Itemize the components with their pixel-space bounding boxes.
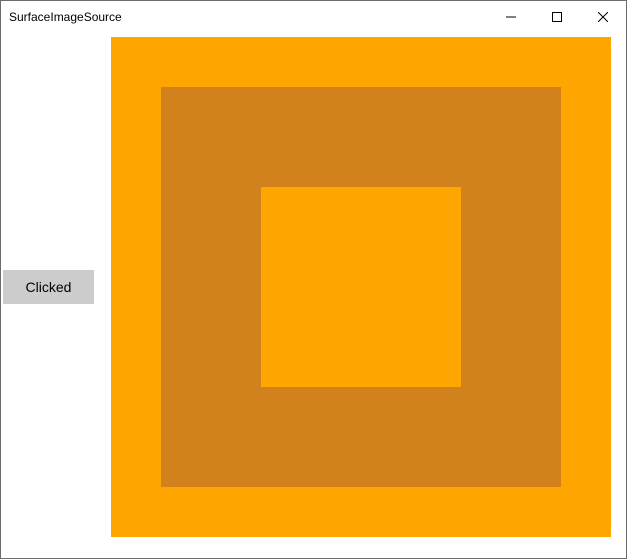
- canvas-outer-square: [111, 37, 611, 537]
- close-icon: [598, 12, 608, 22]
- maximize-icon: [552, 12, 562, 22]
- titlebar: SurfaceImageSource: [1, 1, 626, 32]
- canvas-inner-square: [261, 187, 461, 387]
- close-button[interactable]: [580, 1, 626, 32]
- maximize-button[interactable]: [534, 1, 580, 32]
- clicked-button[interactable]: Clicked: [3, 270, 94, 304]
- window-controls: [488, 1, 626, 32]
- canvas-middle-square: [161, 87, 561, 487]
- window-title: SurfaceImageSource: [9, 10, 122, 24]
- client-area: Clicked: [1, 32, 626, 558]
- minimize-icon: [506, 12, 516, 22]
- minimize-button[interactable]: [488, 1, 534, 32]
